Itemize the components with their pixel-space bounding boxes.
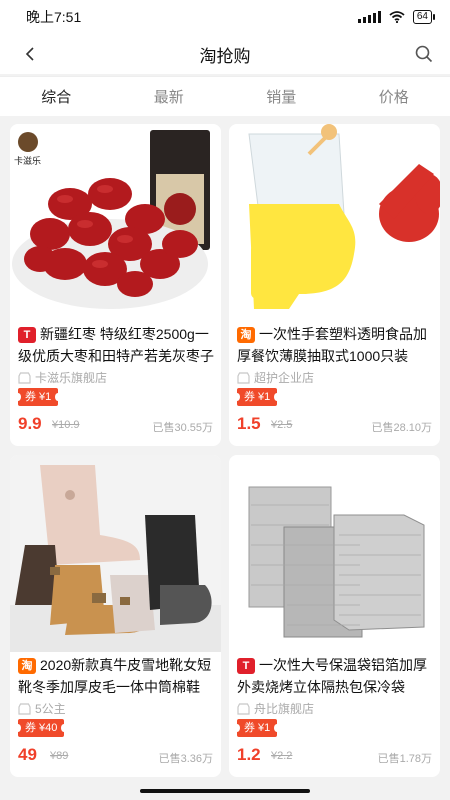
original-price: ¥2.5 (271, 419, 293, 431)
chevron-left-icon (25, 47, 34, 61)
home-indicator[interactable] (140, 789, 310, 793)
original-price: ¥2.2 (271, 750, 293, 762)
shop-name[interactable]: 卡滋乐旗舰店 (18, 369, 107, 386)
coupon-badge: 券 ¥40 (14, 719, 68, 737)
product-title: 淘 2020新款真牛皮雪地靴女短靴冬季加厚皮毛一体中筒棉鞋 (18, 657, 212, 695)
status-bar: 晚上7:51 64 (0, 0, 450, 34)
wifi-icon (389, 11, 405, 23)
tab-overall[interactable]: 综合 (0, 77, 113, 116)
sold-count: 已售30.55万 (152, 422, 213, 434)
coupon-badge: 券 ¥1 (233, 388, 281, 406)
coupon-badge: 券 ¥1 (233, 719, 281, 737)
sort-tabs: 综合 最新 销量 价格 (0, 76, 450, 116)
back-button[interactable] (18, 42, 42, 66)
shop-icon (18, 371, 31, 384)
shop-name[interactable]: 5公主 (18, 700, 66, 717)
shop-icon (237, 702, 250, 715)
product-card[interactable]: 卡滋乐 T 新疆红枣 特级红枣2500g一级优质大枣和田特产若羌灰枣子 卡滋乐旗舰… (10, 124, 221, 446)
tab-price[interactable]: 价格 (338, 77, 450, 116)
sold-count: 已售28.10万 (371, 422, 432, 434)
product-image (10, 455, 221, 652)
product-image (229, 124, 440, 321)
brand-logo-text: 卡滋乐 (14, 155, 41, 166)
shop-name[interactable]: 舟比旗舰店 (237, 700, 314, 717)
original-price: ¥10.9 (52, 419, 80, 431)
tab-sales[interactable]: 销量 (225, 77, 338, 116)
price: 1.5 (237, 414, 261, 433)
product-title: T 新疆红枣 特级红枣2500g一级优质大枣和田特产若羌灰枣子 (18, 326, 214, 364)
search-icon (415, 45, 433, 63)
status-time: 晚上7:51 (26, 9, 82, 25)
product-image: 卡滋乐 (10, 124, 221, 321)
shop-name[interactable]: 超护企业店 (237, 369, 314, 386)
product-card[interactable]: T 一次性大号保温袋铝箔加厚外卖烧烤立体隔热包保冷袋 舟比旗舰店 券 ¥1 1.2… (229, 455, 440, 777)
tmall-icon: T (237, 658, 255, 674)
sold-count: 已售1.78万 (377, 753, 432, 765)
taobao-icon: 淘 (18, 658, 36, 674)
status-icons: 64 (357, 10, 436, 24)
page-title: 淘抢购 (199, 46, 251, 66)
taobao-icon: 淘 (237, 327, 255, 343)
nav-bar: 淘抢购 (0, 34, 450, 74)
price: 1.2 (237, 745, 261, 764)
price: 49 (18, 745, 37, 764)
sold-count: 已售3.36万 (158, 753, 213, 765)
signal-icon (357, 11, 381, 23)
product-image (229, 455, 440, 652)
search-button[interactable] (412, 42, 436, 66)
shop-icon (18, 702, 31, 715)
battery-icon: 64 (412, 10, 436, 24)
tmall-icon: T (18, 327, 36, 343)
product-card[interactable]: 淘 2020新款真牛皮雪地靴女短靴冬季加厚皮毛一体中筒棉鞋 5公主 券 ¥40 4… (10, 455, 221, 777)
product-title: T 一次性大号保温袋铝箔加厚外卖烧烤立体隔热包保冷袋 (237, 657, 427, 695)
shop-icon (237, 371, 250, 384)
coupon-badge: 券 ¥1 (14, 388, 62, 406)
brand-logo-icon (18, 132, 38, 152)
original-price: ¥89 (50, 750, 69, 762)
product-card[interactable]: 淘一次性手套塑料透明食品加厚餐饮薄膜抽取式1000只装 超护企业店 券 ¥1 1… (229, 124, 440, 446)
price: 9.9 (18, 414, 42, 433)
tab-latest[interactable]: 最新 (113, 77, 226, 116)
product-title: 淘一次性手套塑料透明食品加厚餐饮薄膜抽取式1000只装 (237, 326, 427, 364)
